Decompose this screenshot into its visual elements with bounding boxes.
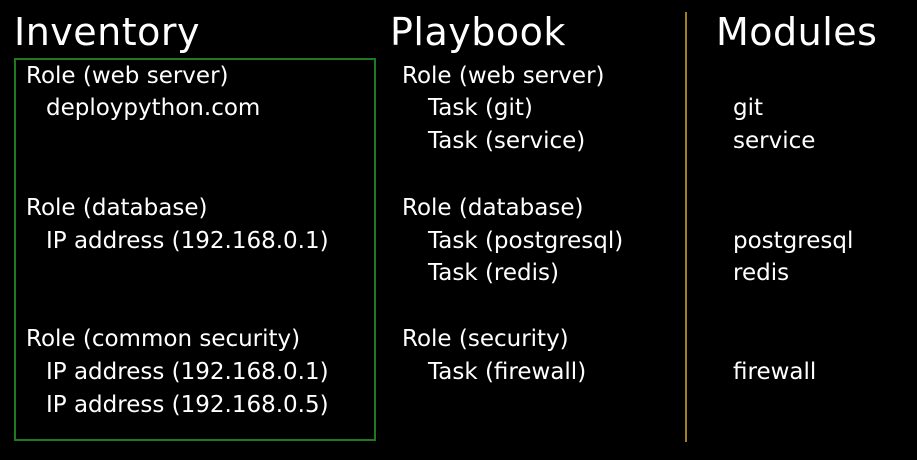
playbook-heading: Playbook	[390, 10, 566, 54]
playbook-task: Task (service)	[428, 128, 586, 154]
modules-heading: Modules	[716, 10, 878, 54]
module-item: service	[733, 128, 816, 154]
inventory-heading: Inventory	[14, 10, 201, 54]
playbook-role-security: Role (security)	[402, 326, 569, 352]
module-item: redis	[733, 260, 790, 286]
inventory-host: deploypython.com	[46, 95, 261, 121]
playbook-task: Task (firewall)	[428, 359, 587, 385]
inventory-host: IP address (192.168.0.5)	[46, 392, 329, 418]
playbook-task: Task (postgresql)	[428, 228, 624, 254]
inventory-host: IP address (192.168.0.1)	[46, 359, 329, 385]
module-item: postgresql	[733, 228, 854, 254]
playbook-role-web-server: Role (web server)	[402, 63, 605, 89]
module-item: firewall	[733, 359, 817, 385]
playbook-role-database: Role (database)	[402, 195, 584, 221]
inventory-role-web-server: Role (web server)	[26, 63, 229, 89]
playbook-task: Task (git)	[428, 95, 533, 121]
inventory-host: IP address (192.168.0.1)	[46, 228, 329, 254]
module-item: git	[733, 95, 764, 121]
inventory-role-common-security: Role (common security)	[26, 326, 301, 352]
column-divider	[685, 12, 687, 442]
playbook-task: Task (redis)	[428, 260, 559, 286]
inventory-role-database: Role (database)	[26, 195, 208, 221]
